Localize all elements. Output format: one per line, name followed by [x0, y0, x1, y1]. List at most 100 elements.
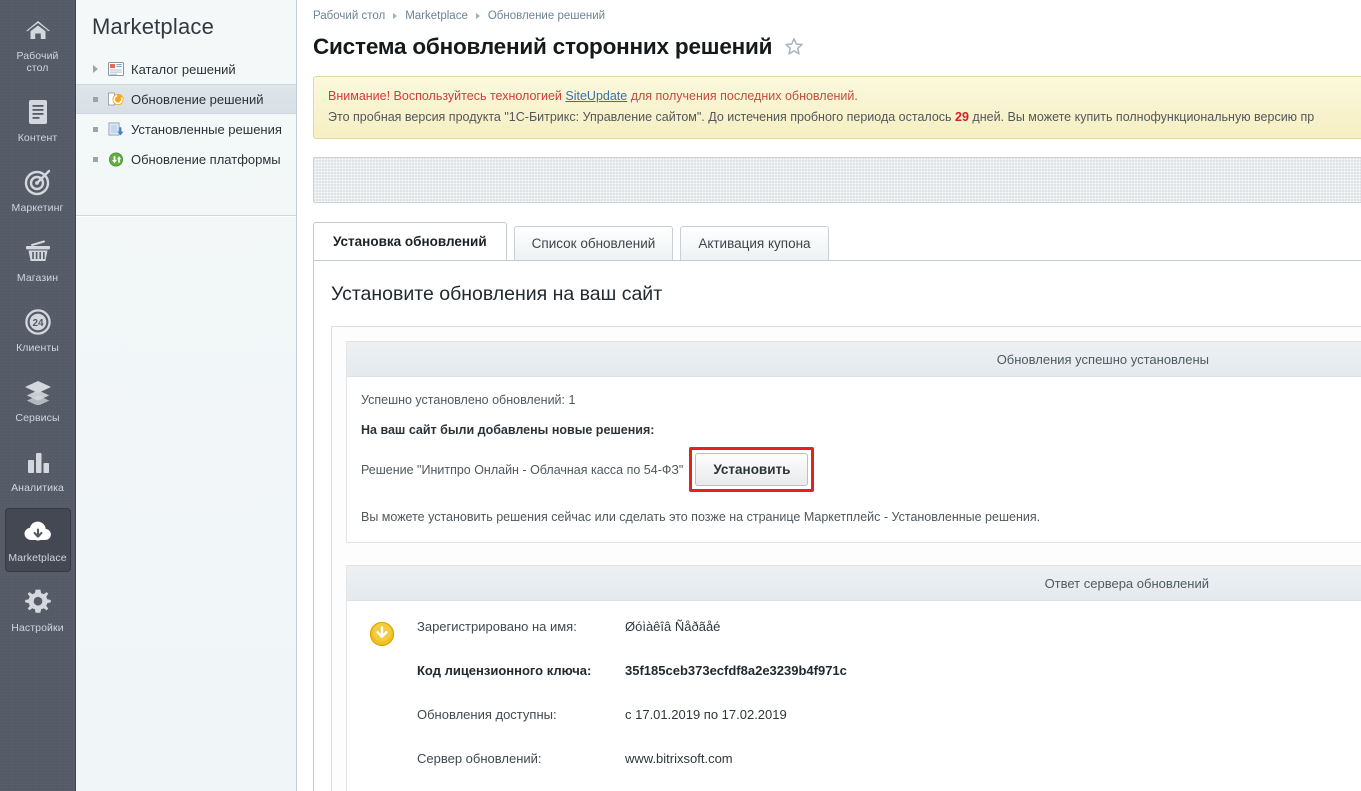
server-panel-header: Ответ сервера обновлений: [347, 566, 1361, 601]
nav-item-label: Магазин: [16, 272, 59, 284]
svg-text:24: 24: [32, 318, 44, 329]
table-row: Код лицензионного ключа: 35f185ceb373ecf…: [417, 663, 847, 707]
bullet-icon: [90, 126, 101, 132]
notice-trial-prefix: Это пробная версия продукта "1С-Битрикс:…: [328, 110, 956, 124]
target-icon: [21, 167, 55, 197]
bullet-icon: [90, 156, 101, 162]
nav-item-marketplace[interactable]: Marketplace: [4, 508, 71, 572]
update-solutions-icon: [107, 91, 125, 107]
success-panel-body: Успешно установлено обновлений: 1 На ваш…: [347, 377, 1361, 542]
download-arrow-icon: [347, 619, 417, 791]
primary-nav-rail: Рабочий стол Контент Маркетинг Магазин 2…: [0, 0, 76, 791]
sidebar-item-catalog[interactable]: Каталог решений: [76, 54, 296, 84]
nav-item-clients[interactable]: 24 Клиенты: [5, 298, 71, 362]
gear-icon: [21, 587, 55, 617]
bullet-icon: [90, 96, 101, 102]
breadcrumb: Рабочий стол Marketplace Обновление реше…: [297, 0, 1361, 22]
row-key: Обновления доступны:: [417, 707, 557, 722]
installed-count-line: Успешно установлено обновлений: 1: [361, 393, 576, 407]
breadcrumb-item-marketplace[interactable]: Marketplace: [405, 10, 468, 22]
tab-label: Список обновлений: [531, 236, 656, 251]
install-button[interactable]: Установить: [695, 453, 809, 486]
success-panel: Обновления успешно установлены Успешно у…: [346, 341, 1361, 543]
sidebar-item-label: Установленные решения: [131, 121, 282, 137]
added-solutions-title: На ваш сайт были добавлены новые решения…: [361, 423, 655, 437]
breadcrumb-item-current: Обновление решений: [487, 10, 606, 22]
document-icon: [21, 97, 55, 127]
breadcrumb-item-desktop[interactable]: Рабочий стол: [313, 10, 385, 22]
success-panel-header: Обновления успешно установлены: [347, 342, 1361, 377]
row-value: Øóìàêîâ Ñåðãåé: [625, 619, 721, 634]
chevron-right-icon: [393, 13, 398, 19]
main-content: Рабочий стол Marketplace Обновление реше…: [297, 0, 1361, 791]
tab-label: Установка обновлений: [333, 234, 487, 249]
nav-item-label: Аналитика: [11, 482, 64, 494]
nav-item-label: Настройки: [11, 622, 64, 634]
basket-icon: [21, 237, 55, 267]
marketplace-submenu-panel: Marketplace Каталог решений Обновление р…: [76, 0, 297, 791]
nav-item-label: Клиенты: [16, 342, 59, 354]
tab-label: Активация купона: [698, 236, 811, 251]
server-panel-body: Зарегистрировано на имя: Øóìàêîâ Ñåðãåé …: [347, 601, 1361, 791]
table-row: Обновления доступны: с 17.01.2019 по 17.…: [417, 707, 847, 751]
nav-item-services[interactable]: Сервисы: [5, 368, 71, 432]
nav-item-marketing[interactable]: Маркетинг: [5, 158, 71, 222]
row-key: Сервер обновлений:: [417, 751, 542, 766]
nav-item-analytics[interactable]: Аналитика: [5, 438, 71, 502]
layers-icon: [21, 377, 55, 407]
nav-item-label: Контент: [17, 132, 58, 144]
sidebar-item-installed-solutions[interactable]: Установленные решения: [76, 114, 296, 144]
app-root: Рабочий стол Контент Маркетинг Магазин 2…: [0, 0, 1361, 791]
nav-item-label: Рабочий стол: [16, 50, 59, 74]
row-value: с 17.01.2019 по 17.02.2019: [625, 707, 787, 722]
submenu-title: Marketplace: [92, 14, 215, 39]
page-title: Система обновлений сторонних решений: [313, 34, 773, 59]
notice-trial-suffix: дней. Вы можете купить полнофункциональн…: [968, 110, 1315, 124]
tab-panel-install-updates: Установите обновления на ваш сайт Обновл…: [313, 261, 1361, 791]
notice-warning-text: Внимание! Воспользуйтесь технологией: [328, 89, 566, 103]
notice-warning-suffix: для получения последних обновлений.: [627, 89, 858, 103]
tab-underline: [313, 260, 1361, 261]
page-toolbar: [313, 157, 1361, 203]
star-icon[interactable]: [784, 37, 804, 57]
nav-item-settings[interactable]: Настройки: [5, 578, 71, 642]
nav-item-label: Сервисы: [15, 412, 60, 424]
update-platform-icon: [107, 151, 125, 167]
license-info-table: Зарегистрировано на имя: Øóìàêîâ Ñåðãåé …: [417, 619, 847, 791]
tab-bar: Установка обновлений Список обновлений А…: [313, 222, 1361, 260]
install-button-highlight: Установить: [689, 447, 815, 492]
nav-item-label: Маркетинг: [11, 202, 64, 214]
sidebar-item-label: Обновление платформы: [131, 151, 281, 167]
server-response-panel: Ответ сервера обновлений Зарегистрирован…: [346, 565, 1361, 791]
section-heading: Установите обновления на ваш сайт: [331, 283, 663, 305]
tab-install-updates[interactable]: Установка обновлений: [313, 222, 507, 260]
row-key: Зарегистрировано на имя:: [417, 619, 577, 634]
install-later-hint: Вы можете установить решения сейчас или …: [361, 510, 1041, 524]
nav-item-desktop[interactable]: Рабочий стол: [5, 6, 71, 82]
page-title-row: Система обновлений сторонних решений: [297, 22, 1361, 60]
chevron-right-icon: [90, 65, 101, 73]
siteupdate-link[interactable]: SiteUpdate: [565, 89, 627, 103]
success-panel-title: Обновления успешно установлены: [996, 351, 1209, 367]
sidebar-item-update-platform[interactable]: Обновление платформы: [76, 144, 296, 174]
submenu-list: Каталог решений Обновление решений Устан…: [76, 54, 296, 174]
clock-24-icon: 24: [21, 307, 55, 337]
row-value: www.bitrixsoft.com: [625, 751, 733, 766]
installed-solutions-icon: [107, 121, 125, 137]
tab-updates-list[interactable]: Список обновлений: [513, 226, 674, 260]
cloud-download-icon: [21, 517, 55, 547]
row-value: 35f185ceb373ecfdf8a2e3239b4f971c: [625, 663, 847, 678]
notice-line-2: Это пробная версия продукта "1С-Битрикс:…: [328, 107, 1349, 128]
solution-name: Решение "Инитпро Онлайн - Облачная касса…: [361, 462, 684, 477]
nav-item-shop[interactable]: Магазин: [5, 228, 71, 292]
sidebar-item-label: Обновление решений: [131, 91, 264, 107]
table-row: Сервер обновлений: www.bitrixsoft.com: [417, 751, 847, 791]
sidebar-item-update-solutions[interactable]: Обновление решений: [76, 84, 296, 114]
table-row: Зарегистрировано на имя: Øóìàêîâ Ñåðãåé: [417, 619, 847, 663]
tab-coupon-activation[interactable]: Активация купона: [680, 226, 829, 260]
notice-days-left: 29: [955, 110, 969, 124]
server-panel-title: Ответ сервера обновлений: [1044, 575, 1209, 591]
trial-notice: Внимание! Воспользуйтесь технологией Sit…: [313, 76, 1361, 139]
submenu-divider: [76, 215, 296, 216]
nav-item-content[interactable]: Контент: [5, 88, 71, 152]
